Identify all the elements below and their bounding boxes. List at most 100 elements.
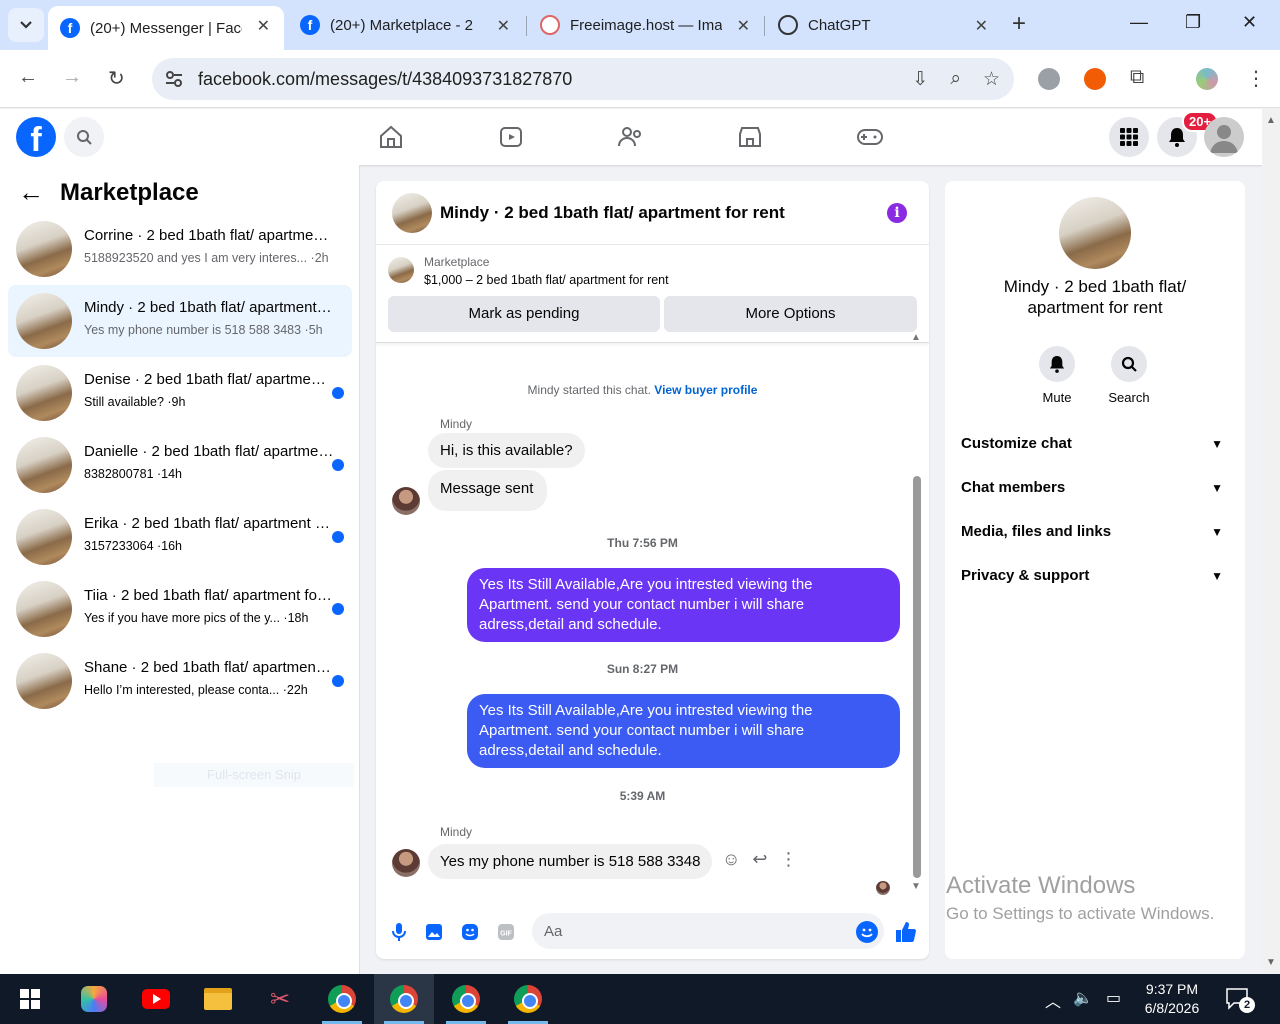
bookmark-star-icon[interactable]: ☆	[983, 68, 1000, 91]
close-tab-icon[interactable]: ✕	[737, 16, 750, 36]
page-scrollbar[interactable]: ▲ ▼	[1262, 109, 1280, 974]
extension-orange-icon[interactable]	[1084, 68, 1106, 90]
scroll-up-arrow-icon[interactable]: ▲	[911, 332, 921, 343]
account-avatar[interactable]	[1204, 117, 1244, 157]
new-tab-icon[interactable]: +	[1012, 12, 1026, 36]
more-options-button[interactable]: More Options	[664, 296, 917, 332]
conversation-item[interactable]: Shane · 2 bed 1bath flat/ apartment for …	[8, 645, 352, 717]
section-label: Privacy & support	[961, 567, 1090, 584]
tab-messenger[interactable]: f (20+) Messenger | Face ✕	[48, 6, 284, 50]
section-customize-chat[interactable]: Customize chat ▼	[961, 435, 1229, 459]
menu-grid-button[interactable]	[1109, 117, 1149, 157]
message-scrollbar-thumb[interactable]	[913, 476, 921, 878]
home-icon[interactable]	[377, 123, 405, 151]
scroll-down-arrow-icon[interactable]: ▼	[1266, 957, 1276, 968]
video-icon[interactable]	[497, 123, 525, 151]
zoom-icon[interactable]: ⌕	[950, 68, 961, 91]
site-info-icon[interactable]	[164, 69, 184, 89]
tab-search-button[interactable]	[8, 8, 44, 42]
section-media-files-links[interactable]: Media, files and links ▼	[961, 523, 1229, 547]
restore-icon[interactable]: ❐	[1185, 12, 1201, 33]
info-icon[interactable]: i	[887, 203, 907, 223]
tab-freeimage[interactable]: Freeimage.host — Ima ✕	[528, 6, 764, 44]
conversation-name: Mindy · 2 bed 1bath flat/ apartment for …	[84, 299, 334, 316]
search-conversation-button[interactable]: Search	[1099, 346, 1159, 405]
sender-name: Mindy	[440, 825, 473, 839]
extension-globe-icon[interactable]	[1038, 68, 1060, 90]
mark-pending-button[interactable]: Mark as pending	[388, 296, 660, 332]
chrome-app-icon[interactable]	[374, 974, 434, 1024]
conversation-item[interactable]: Erika · 2 bed 1bath flat/ apartment for …	[8, 501, 352, 573]
tab-chatgpt[interactable]: ChatGPT ✕	[766, 6, 1002, 44]
conversation-item[interactable]: Denise · 2 bed 1bath flat/ apartment for…	[8, 357, 352, 429]
facebook-logo-icon[interactable]: f	[16, 117, 56, 157]
volume-icon[interactable]: 🔈	[1073, 988, 1093, 1008]
chat-title[interactable]: Mindy · 2 bed 1bath flat/ apartment for …	[440, 203, 785, 223]
install-app-icon[interactable]: ⇩	[912, 68, 928, 91]
friends-icon[interactable]	[617, 123, 645, 151]
chrome-app-icon[interactable]	[312, 974, 372, 1024]
close-tab-icon[interactable]: ✕	[975, 16, 988, 36]
reload-icon[interactable]: ↻	[108, 66, 125, 91]
address-bar[interactable]: facebook.com/messages/t/4384093731827870…	[152, 58, 1014, 100]
gif-icon[interactable]: GIF	[495, 921, 517, 943]
scroll-down-arrow-icon[interactable]: ▼	[911, 881, 921, 892]
close-window-icon[interactable]: ✕	[1242, 12, 1257, 33]
message-bubble-outgoing[interactable]: Yes Its Still Available,Are you intreste…	[467, 694, 900, 768]
gaming-icon[interactable]	[856, 123, 884, 151]
extensions-puzzle-icon[interactable]: ⧉	[1130, 66, 1144, 89]
profile-avatar-icon[interactable]	[1196, 68, 1218, 90]
file-explorer-icon[interactable]	[188, 974, 248, 1024]
more-menu-icon[interactable]: ⋮	[1246, 66, 1266, 91]
back-arrow-icon[interactable]: ←	[18, 66, 38, 89]
notification-center-button[interactable]: 2	[1226, 988, 1255, 1015]
section-chat-members[interactable]: Chat members ▼	[961, 479, 1229, 503]
message-bubble-outgoing[interactable]: Yes Its Still Available,Are you intreste…	[467, 568, 900, 642]
sender-avatar[interactable]	[392, 849, 420, 877]
more-actions-icon[interactable]: ⋮	[779, 849, 797, 870]
search-button[interactable]	[64, 117, 104, 157]
contact-avatar[interactable]	[1059, 197, 1131, 269]
tab-marketplace[interactable]: f (20+) Marketplace - 2 ✕	[288, 6, 524, 44]
network-icon[interactable]: ▭	[1106, 988, 1121, 1008]
tray-chevron-up-icon[interactable]: ︿	[1045, 988, 1061, 1012]
view-buyer-profile-link[interactable]: View buyer profile	[654, 383, 757, 397]
reply-icon[interactable]: ↩	[752, 849, 767, 870]
emoji-icon[interactable]	[856, 921, 878, 943]
close-tab-icon[interactable]: ✕	[497, 16, 510, 36]
message-input[interactable]	[532, 913, 884, 949]
chat-header: Mindy · 2 bed 1bath flat/ apartment for …	[376, 181, 929, 245]
conversation-item[interactable]: Tiia · 2 bed 1bath flat/ apartment for r…	[8, 573, 352, 645]
chrome-app-icon[interactable]	[436, 974, 496, 1024]
thumbs-up-icon[interactable]	[895, 921, 917, 943]
sticker-icon[interactable]	[459, 921, 481, 943]
section-privacy-support[interactable]: Privacy & support ▼	[961, 567, 1229, 591]
sender-avatar[interactable]	[392, 487, 420, 515]
mute-button[interactable]: Mute	[1027, 346, 1087, 405]
message-bubble-incoming[interactable]: Hi, is this available?	[428, 433, 585, 468]
forward-arrow-icon[interactable]: →	[62, 66, 82, 89]
conversation-item[interactable]: Corrine · 2 bed 1bath flat/ apartment fo…	[8, 213, 352, 285]
copilot-app-icon[interactable]	[64, 974, 124, 1024]
chat-avatar[interactable]	[392, 193, 432, 233]
photo-icon[interactable]	[423, 921, 445, 943]
listing-thumbnail[interactable]	[388, 257, 414, 283]
react-emoji-icon[interactable]: ☺	[722, 849, 740, 870]
conversation-item-active[interactable]: Mindy · 2 bed 1bath flat/ apartment for …	[8, 285, 352, 357]
youtube-app-icon[interactable]	[126, 974, 186, 1024]
chrome-app-icon[interactable]	[498, 974, 558, 1024]
message-bubble-incoming[interactable]: Yes my phone number is 518 588 3348	[428, 844, 713, 879]
marketplace-icon[interactable]	[736, 123, 764, 151]
message-bubble-incoming[interactable]: Message sent	[428, 470, 548, 511]
back-arrow-icon[interactable]: ←	[18, 177, 44, 208]
snipping-tool-icon[interactable]: ✂	[250, 974, 310, 1024]
microphone-icon[interactable]	[388, 921, 410, 943]
listing-price[interactable]: $1,000 – 2 bed 1bath flat/ apartment for…	[424, 273, 669, 287]
start-button[interactable]	[0, 974, 60, 1024]
scroll-up-arrow-icon[interactable]: ▲	[1266, 115, 1276, 126]
url-text[interactable]: facebook.com/messages/t/4384093731827870	[198, 69, 572, 90]
minimize-icon[interactable]: —	[1130, 12, 1148, 33]
close-tab-icon[interactable]: ✕	[257, 16, 270, 36]
system-clock[interactable]: 9:37 PM 6/8/2026	[1140, 980, 1204, 1018]
conversation-item[interactable]: Danielle · 2 bed 1bath flat/ apartment f…	[8, 429, 352, 501]
